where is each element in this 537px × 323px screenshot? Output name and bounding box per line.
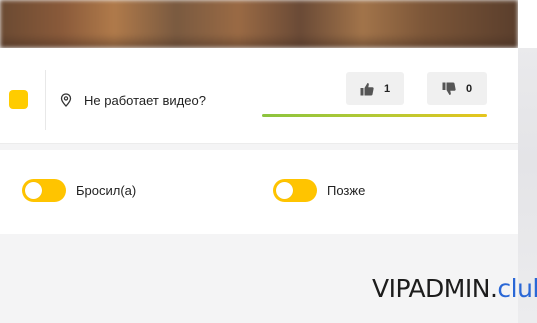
divider (45, 70, 46, 130)
like-button[interactable]: 1 (346, 72, 404, 105)
status-marker[interactable] (9, 90, 28, 109)
right-gutter-top (518, 0, 537, 48)
status-toggles-panel: Бросил(а) Позже (0, 150, 518, 234)
video-player-preview[interactable] (0, 0, 518, 48)
dislike-button[interactable]: 0 (427, 72, 487, 105)
later-switch[interactable] (273, 179, 317, 202)
toggle-dropped[interactable]: Бросил(а) (22, 179, 136, 202)
watermark-logo: VIPADMIN.club (372, 274, 537, 304)
report-video-link[interactable]: Не работает видео? (60, 90, 206, 110)
rating-bar (262, 114, 487, 117)
watermark-main: VIPADMIN (372, 274, 490, 303)
thumbs-down-icon (442, 82, 456, 96)
toggle-later-label: Позже (327, 183, 366, 198)
thumbs-up-icon (360, 82, 374, 96)
like-count: 1 (383, 82, 391, 95)
toggle-later[interactable]: Позже (273, 179, 365, 202)
video-info-bar: Не работает видео? 1 0 (0, 48, 518, 144)
switch-knob (276, 182, 293, 199)
page: Не работает видео? 1 0 Бросил(а) Позже V… (0, 0, 537, 323)
map-pin-icon (60, 93, 72, 107)
toggle-dropped-label: Бросил(а) (76, 183, 137, 198)
switch-knob (25, 182, 42, 199)
report-video-label: Не работает видео? (84, 92, 206, 108)
dropped-switch[interactable] (22, 179, 66, 202)
watermark-club: club (497, 274, 537, 303)
dislike-count: 0 (465, 82, 473, 95)
